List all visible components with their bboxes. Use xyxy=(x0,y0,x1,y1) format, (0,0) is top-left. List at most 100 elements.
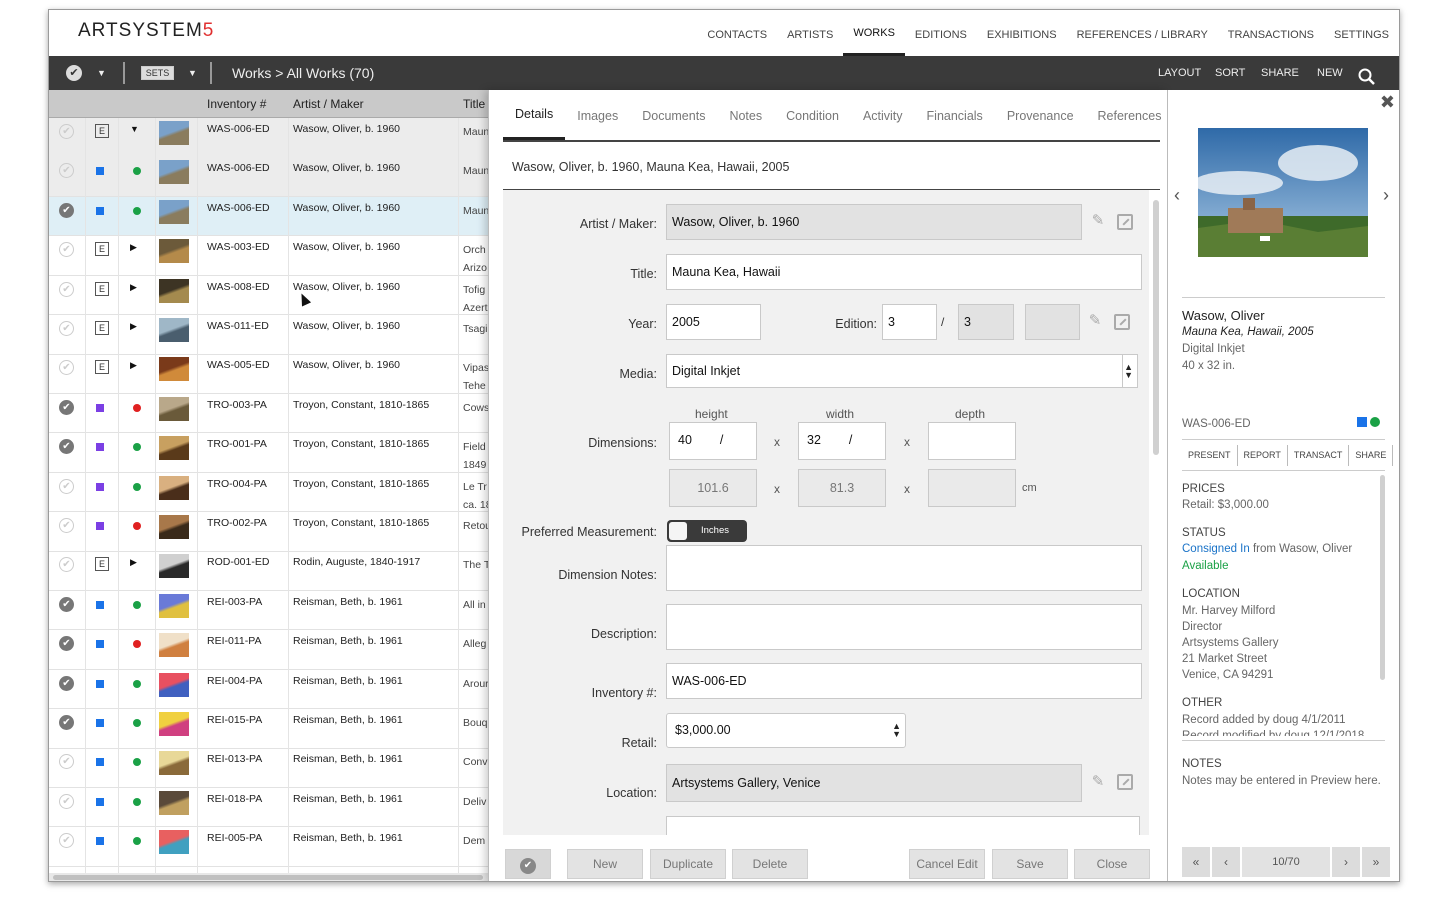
artwork-thumbnail[interactable] xyxy=(159,830,189,855)
artwork-thumbnail[interactable] xyxy=(159,790,189,815)
table-row[interactable]: ✔ WAS-006-ED Wasow, Oliver, b. 1960 Maun xyxy=(49,157,489,197)
horizontal-scrollbar[interactable] xyxy=(49,873,489,881)
table-row[interactable]: ✔ REI-003-PA Reisman, Beth, b. 1961 All in xyxy=(49,591,489,631)
column-title[interactable]: Title xyxy=(463,97,485,111)
form-scrollbar[interactable] xyxy=(1153,200,1159,455)
table-row[interactable]: ✔ E ▶ ROD-001-ED Rodin, Auguste, 1840-1917 Th… xyxy=(49,551,489,591)
artwork-image[interactable] xyxy=(1198,128,1368,257)
artwork-thumbnail[interactable] xyxy=(159,593,189,618)
tab-documents[interactable]: Documents xyxy=(630,90,717,140)
artwork-thumbnail[interactable] xyxy=(159,436,189,461)
artwork-thumbnail[interactable] xyxy=(159,160,189,185)
pencil-icon[interactable]: ✎ xyxy=(1090,213,1106,229)
row-check-icon[interactable]: ✔ xyxy=(59,754,74,770)
artwork-thumbnail[interactable] xyxy=(159,318,189,342)
pencil-icon[interactable]: ✎ xyxy=(1090,774,1106,790)
table-row[interactable]: ✔ E ▶ WAS-011-ED Wasow, Oliver, b. 1960 Tsagi xyxy=(49,315,489,355)
next-image-icon[interactable]: › xyxy=(1383,185,1389,206)
previous-image-icon[interactable]: ‹ xyxy=(1174,185,1180,206)
open-link-icon[interactable] xyxy=(1117,214,1133,230)
row-check-icon[interactable]: ✔ xyxy=(59,202,74,218)
table-row[interactable]: ✔ E ▼ WAS-006-ED Wasow, Oliver, b. 1960 Maun xyxy=(49,118,489,158)
measurement-toggle[interactable]: Inches xyxy=(667,520,747,542)
tab-images[interactable]: Images xyxy=(565,90,630,140)
nav-item-contacts[interactable]: CONTACTS xyxy=(697,10,777,56)
nav-item-references-library[interactable]: REFERENCES / LIBRARY xyxy=(1067,10,1218,56)
table-row[interactable]: ✔ TRO-004-PA Troyon, Constant, 1810-1865 Le… xyxy=(49,473,489,513)
row-check-icon[interactable]: ✔ xyxy=(59,399,74,415)
sort-button[interactable]: SORT xyxy=(1215,56,1245,90)
expand-icon[interactable]: ▶ xyxy=(130,321,137,332)
table-row[interactable]: ✔ TRO-002-PA Troyon, Constant, 1810-1865 Re… xyxy=(49,512,489,552)
new-record-button[interactable]: New xyxy=(567,849,643,879)
sets-button[interactable]: SETS xyxy=(141,66,174,80)
confirm-check-button[interactable]: ✔ xyxy=(505,849,551,879)
artwork-thumbnail[interactable] xyxy=(159,751,189,776)
nav-item-transactions[interactable]: TRANSACTIONS xyxy=(1218,10,1324,56)
duplicate-button[interactable]: Duplicate xyxy=(650,849,726,879)
collapse-icon[interactable]: ▼ xyxy=(130,124,139,134)
row-check-icon[interactable]: ✔ xyxy=(59,242,74,258)
nav-item-editions[interactable]: EDITIONS xyxy=(905,10,977,56)
title-field[interactable]: Mauna Kea, Hawaii xyxy=(666,254,1142,290)
present-button[interactable]: PRESENT xyxy=(1182,445,1238,466)
expand-icon[interactable]: ▶ xyxy=(130,242,137,253)
depth-field[interactable] xyxy=(928,422,1016,460)
table-row[interactable]: ✔ REI-004-PA Reisman, Beth, b. 1961 Arour xyxy=(49,670,489,710)
app-logo[interactable]: ARTSYSTEM5 xyxy=(78,20,214,42)
row-check-icon[interactable]: ✔ xyxy=(59,636,74,652)
save-button[interactable]: Save xyxy=(992,849,1068,879)
last-record-icon[interactable]: » xyxy=(1362,847,1390,877)
artwork-thumbnail[interactable] xyxy=(159,633,189,658)
table-row[interactable]: ✔ E ▶ WAS-005-ED Wasow, Oliver, b. 1960 Vipas… xyxy=(49,354,489,394)
artwork-thumbnail[interactable] xyxy=(159,554,189,579)
nav-item-works[interactable]: WORKS xyxy=(843,10,905,56)
artist-field[interactable]: Wasow, Oliver, b. 1960 xyxy=(666,204,1082,240)
row-check-icon[interactable]: ✔ xyxy=(59,321,74,336)
expand-icon[interactable]: ▶ xyxy=(130,557,137,568)
delete-button[interactable]: Delete xyxy=(732,849,808,879)
height-field[interactable]: 40/ xyxy=(669,422,757,460)
table-row[interactable]: ✔ REI-013-PA Reisman, Beth, b. 1961 Conv xyxy=(49,748,489,788)
edition-extra-field[interactable] xyxy=(1025,304,1080,340)
open-link-icon[interactable] xyxy=(1114,314,1130,330)
table-row[interactable]: ✔ TRO-001-PA Troyon, Constant, 1810-1865 Fi… xyxy=(49,433,489,473)
report-button[interactable]: REPORT xyxy=(1238,445,1288,466)
artwork-thumbnail[interactable] xyxy=(159,121,189,145)
tab-details[interactable]: Details xyxy=(503,90,566,140)
pencil-icon[interactable]: ✎ xyxy=(1087,313,1103,329)
nav-item-artists[interactable]: ARTISTS xyxy=(777,10,843,56)
row-check-icon[interactable]: ✔ xyxy=(59,163,74,179)
dimension-notes-field[interactable] xyxy=(666,545,1142,591)
location-field[interactable]: Artsystems Gallery, Venice xyxy=(666,764,1082,802)
artwork-thumbnail[interactable] xyxy=(159,239,189,264)
previous-record-icon[interactable]: ‹ xyxy=(1212,847,1240,877)
sets-chevron-icon[interactable]: ▼ xyxy=(188,56,197,90)
year-field[interactable]: 2005 xyxy=(666,304,761,340)
search-icon[interactable] xyxy=(1358,65,1375,85)
row-check-icon[interactable]: ✔ xyxy=(59,793,74,809)
open-link-icon[interactable] xyxy=(1117,774,1133,790)
row-check-icon[interactable]: ✔ xyxy=(59,557,74,573)
retail-select[interactable]: $3,000.00 ▲ ▼ xyxy=(666,713,906,748)
table-row[interactable]: ✔ TRO-003-PA Troyon, Constant, 1810-1865 Co… xyxy=(49,394,489,434)
transact-button[interactable]: TRANSACT xyxy=(1288,445,1350,466)
column-inventory[interactable]: Inventory # xyxy=(207,97,266,111)
row-check-icon[interactable]: ✔ xyxy=(59,478,74,494)
row-check-icon[interactable]: ✔ xyxy=(59,675,74,691)
tab-notes[interactable]: Notes xyxy=(717,90,774,140)
width-field[interactable]: 32/ xyxy=(798,422,886,460)
row-check-icon[interactable]: ✔ xyxy=(59,281,74,297)
preview-scrollbar[interactable] xyxy=(1380,475,1385,680)
row-check-icon[interactable]: ✔ xyxy=(59,124,74,139)
tab-condition[interactable]: Condition xyxy=(774,90,851,140)
table-row[interactable]: ✔ REI-011-PA Reisman, Beth, b. 1961 Alleg xyxy=(49,630,489,670)
artwork-thumbnail[interactable] xyxy=(159,475,189,500)
row-check-icon[interactable]: ✔ xyxy=(59,596,74,612)
tab-references[interactable]: References xyxy=(1086,90,1174,140)
artwork-thumbnail[interactable] xyxy=(159,357,189,382)
media-select[interactable]: Digital Inkjet ▲ ▼ xyxy=(666,354,1138,388)
artwork-thumbnail[interactable] xyxy=(159,199,189,224)
inventory-field[interactable]: WAS-006-ED xyxy=(666,663,1142,699)
tab-activity[interactable]: Activity xyxy=(851,90,915,140)
